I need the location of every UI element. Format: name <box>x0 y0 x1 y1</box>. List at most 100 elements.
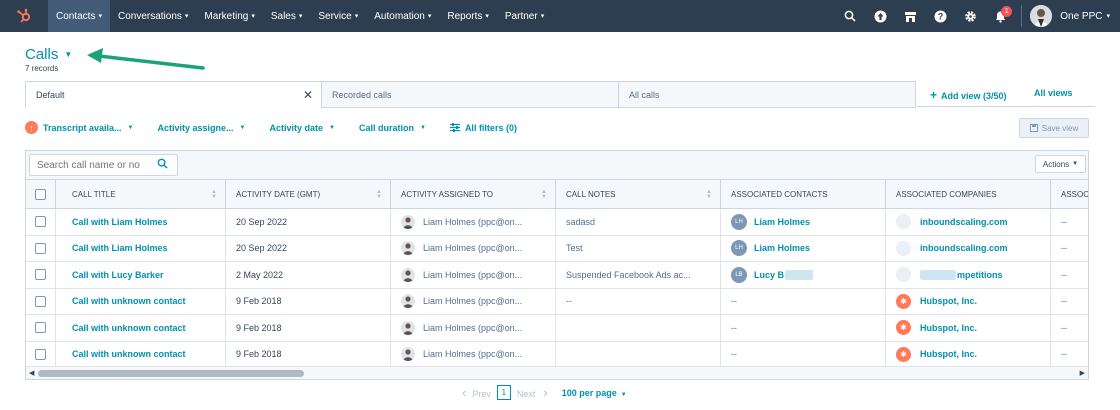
assigned-to-cell: Liam Holmes (ppc@on... <box>391 262 556 288</box>
actions-dropdown[interactable]: Actions ▼ <box>1035 155 1086 173</box>
prev-page-button[interactable]: ‹ Prev <box>462 385 491 400</box>
column-header-associated-contacts[interactable]: ASSOCIATED CONTACTS <box>721 180 886 208</box>
assigned-to-cell: Liam Holmes (ppc@on... <box>391 315 556 341</box>
contact-empty-text: -- <box>731 349 737 360</box>
assigned-to-text: Liam Holmes (ppc@on... <box>423 243 523 254</box>
next-page-button[interactable]: Next › <box>517 385 548 400</box>
assigned-to-text: Liam Holmes (ppc@on... <box>423 269 523 280</box>
contact-link[interactable]: Liam Holmes <box>754 243 810 253</box>
filter-call-duration[interactable]: Call duration ▼ <box>359 123 426 133</box>
table-row: Call with Lucy Barker 2 May 2022 Liam Ho… <box>26 262 1088 289</box>
chevron-down-icon: ▾ <box>298 13 303 20</box>
page-title[interactable]: Calls ▼ <box>25 46 72 63</box>
nav-contacts[interactable]: Contacts ▾ <box>48 0 110 32</box>
horizontal-scrollbar[interactable]: ◀ ▶ <box>26 366 1088 379</box>
add-view-button[interactable]: + Add view (3/50) <box>930 88 1007 102</box>
marketplace-icon[interactable] <box>895 0 925 32</box>
per-page-dropdown[interactable]: 100 per page ▼ <box>562 388 627 398</box>
associated-contact-cell: -- <box>721 288 886 314</box>
contact-link[interactable]: Liam Holmes <box>754 217 810 227</box>
contact-initials-avatar: LH <box>731 213 747 230</box>
tab-default[interactable]: Default ✕ <box>25 82 322 108</box>
save-view-label: Save view <box>1041 123 1079 133</box>
call-title-cell: Call with unknown contact <box>56 315 226 341</box>
call-title-link[interactable]: Call with Liam Holmes <box>72 243 168 253</box>
nav-marketing[interactable]: Marketing ▾ <box>196 0 262 32</box>
row-checkbox[interactable] <box>35 322 46 334</box>
company-link[interactable]: inboundscaling.com <box>920 217 1008 227</box>
notifications-bell-icon[interactable]: 1 <box>985 0 1015 32</box>
nav-conversations[interactable]: Conversations ▾ <box>110 0 196 32</box>
chevron-down-icon: ▾ <box>184 13 189 20</box>
call-notes-cell: sadasd <box>556 209 721 235</box>
search-input[interactable] <box>29 154 178 176</box>
call-title-link[interactable]: Call with unknown contact <box>72 349 186 359</box>
tab-recorded-calls[interactable]: Recorded calls <box>322 82 619 108</box>
company-link[interactable]: inboundscaling.com <box>920 243 1008 253</box>
filter-label: Transcript availa... <box>43 122 122 133</box>
company-link[interactable]: Hubspot, Inc. <box>920 349 977 359</box>
all-filters-button[interactable]: All filters (0) <box>449 123 517 133</box>
company-link[interactable]: mpetitions <box>957 270 1003 280</box>
top-nav: Contacts ▾ Conversations ▾ Marketing ▾ Sale… <box>0 0 1120 32</box>
notification-badge: 1 <box>1001 6 1013 17</box>
column-header-assoc[interactable]: ASSOC <box>1051 180 1088 208</box>
nav-service[interactable]: Service ▾ <box>310 0 366 32</box>
contact-link[interactable]: Lucy B <box>754 270 784 280</box>
filter-activity-assigned[interactable]: Activity assigne... ▼ <box>158 123 246 133</box>
company-logo-icon <box>896 240 911 256</box>
close-icon[interactable]: ✕ <box>303 88 313 102</box>
column-header-assigned-to[interactable]: ACTIVITY ASSIGNED TO ▲ ▼ <box>391 180 556 208</box>
column-header-call-notes[interactable]: CALL NOTES ▲ ▼ <box>556 180 721 208</box>
row-select-cell <box>26 288 56 314</box>
search-icon[interactable] <box>835 0 865 32</box>
scroll-left-arrow-icon[interactable]: ◀ <box>29 369 34 377</box>
chevron-down-icon: ▾ <box>354 13 359 20</box>
call-title-link[interactable]: Call with Liam Holmes <box>72 217 168 227</box>
row-checkbox[interactable] <box>35 348 46 360</box>
table-row: Call with unknown contact 9 Feb 2018 Lia… <box>26 341 1088 368</box>
assoc-cell: -- <box>1061 269 1067 280</box>
current-page[interactable]: 1 <box>496 385 511 400</box>
row-checkbox[interactable] <box>35 295 46 307</box>
search-icon[interactable] <box>157 158 168 169</box>
company-link[interactable]: Hubspot, Inc. <box>920 323 977 333</box>
column-header-activity-date[interactable]: ACTIVITY DATE (GMT) ▲ ▼ <box>226 180 391 208</box>
tab-all-calls[interactable]: All calls <box>619 82 916 108</box>
scrollbar-thumb[interactable] <box>38 370 304 377</box>
nav-automation[interactable]: Automation ▾ <box>366 0 439 32</box>
filter-transcript[interactable]: ↑ Transcript availa... ▼ <box>25 121 134 134</box>
account-menu[interactable]: One PPC ▾ <box>1030 5 1120 27</box>
row-checkbox[interactable] <box>35 216 46 228</box>
call-title-link[interactable]: Call with Lucy Barker <box>72 270 164 280</box>
table-row: Call with Liam Holmes 20 Sep 2022 Liam H… <box>26 209 1088 236</box>
select-all-checkbox[interactable] <box>35 188 46 200</box>
row-checkbox[interactable] <box>35 242 46 254</box>
contact-empty-text: -- <box>731 322 737 333</box>
filter-activity-date[interactable]: Activity date ▼ <box>269 123 334 133</box>
nav-partner[interactable]: Partner ▾ <box>497 0 552 32</box>
upgrade-icon[interactable] <box>865 0 895 32</box>
help-icon[interactable]: ? <box>925 0 955 32</box>
call-title-link[interactable]: Call with unknown contact <box>72 296 186 306</box>
scroll-right-arrow-icon[interactable]: ▶ <box>1080 369 1085 377</box>
column-header-associated-companies[interactable]: ASSOCIATED COMPANIES <box>886 180 1051 208</box>
company-link[interactable]: Hubspot, Inc. <box>920 296 977 306</box>
all-views-link[interactable]: All views <box>1034 88 1073 98</box>
arrow-up-icon: ↑ <box>25 121 38 134</box>
nav-reports[interactable]: Reports ▾ <box>439 0 497 32</box>
save-view-button[interactable]: Save view <box>1019 118 1089 138</box>
call-notes-cell: Test <box>556 235 721 261</box>
settings-gear-icon[interactable] <box>955 0 985 32</box>
column-label: ACTIVITY ASSIGNED TO <box>401 189 494 199</box>
column-header-call-title[interactable]: CALL TITLE ▲ ▼ <box>56 180 226 208</box>
hubspot-logo-icon[interactable] <box>0 0 48 32</box>
activity-date-cell: 9 Feb 2018 <box>226 288 391 314</box>
assigned-to-text: Liam Holmes (ppc@on... <box>423 296 523 307</box>
nav-sales[interactable]: Sales ▾ <box>263 0 311 32</box>
call-title-link[interactable]: Call with unknown contact <box>72 323 186 333</box>
hubspot-logo-icon: ✱ <box>896 346 911 362</box>
page-title-label: Calls <box>25 46 59 63</box>
row-checkbox[interactable] <box>35 269 46 281</box>
associated-contact-cell: -- <box>721 315 886 341</box>
